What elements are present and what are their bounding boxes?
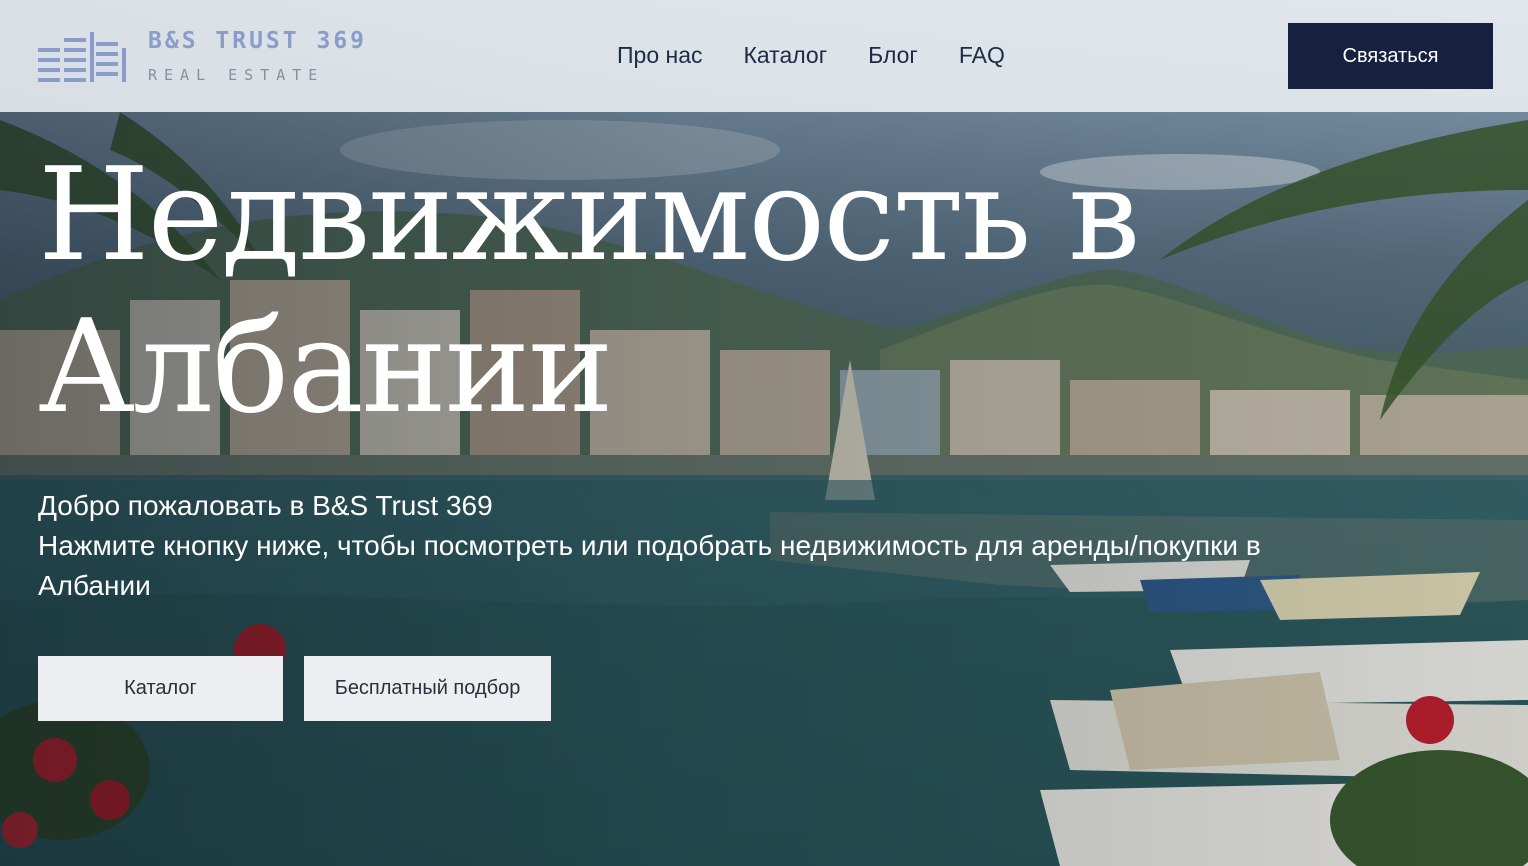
hero-instruction-text: Нажмите кнопку ниже, чтобы посмотреть ил… bbox=[38, 530, 1261, 601]
hero-welcome-text: Добро пожаловать в B&S Trust 369 bbox=[38, 490, 493, 521]
free-selection-button[interactable]: Бесплатный подбор bbox=[304, 656, 551, 721]
nav-item-faq[interactable]: FAQ bbox=[959, 42, 1005, 69]
catalog-button[interactable]: Каталог bbox=[38, 656, 283, 721]
hero-subtitle: Добро пожаловать в B&S Trust 369 Нажмите… bbox=[38, 486, 1318, 606]
main-nav: Про нас Каталог Блог FAQ bbox=[617, 42, 1046, 69]
logo-name: B&S TRUST 369 bbox=[148, 28, 368, 54]
logo-tagline: REAL ESTATE bbox=[148, 66, 325, 84]
nav-item-about[interactable]: Про нас bbox=[617, 42, 703, 69]
site-header: B&S TRUST 369 REAL ESTATE Про нас Катало… bbox=[0, 0, 1528, 112]
building-stack-icon bbox=[38, 32, 126, 82]
hero-title: Недвижимость в Албании bbox=[38, 141, 1140, 442]
logo[interactable]: B&S TRUST 369 REAL ESTATE bbox=[38, 28, 364, 88]
nav-item-catalog[interactable]: Каталог bbox=[744, 42, 828, 69]
nav-item-blog[interactable]: Блог bbox=[868, 42, 918, 69]
contact-button[interactable]: Связаться bbox=[1288, 23, 1493, 89]
